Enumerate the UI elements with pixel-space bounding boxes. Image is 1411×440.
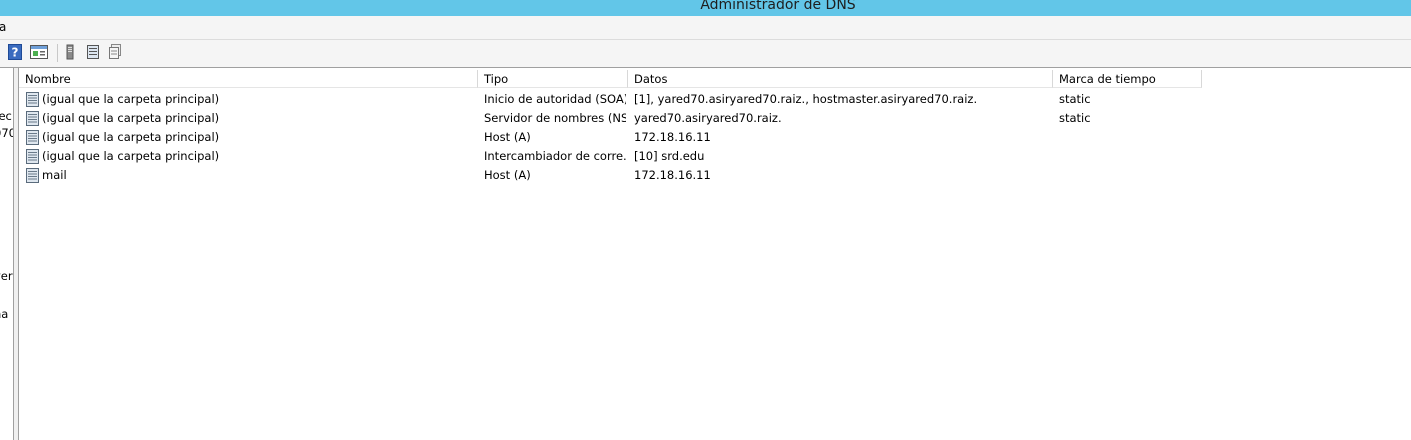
tree-node-fragment[interactable]: rec <box>0 109 12 123</box>
cell-datos: [10] srd.edu <box>634 149 705 163</box>
tree-node-fragment[interactable]: ver <box>0 269 13 283</box>
cell-nombre: (igual que la carpeta principal) <box>42 149 220 163</box>
cell-datos: yared70.asiryared70.raiz. <box>634 111 782 125</box>
tree-node-fragment[interactable]: 070 <box>0 126 13 140</box>
dns-record-icon <box>26 149 39 164</box>
cell-tipo: Host (A) <box>484 168 531 182</box>
record-row[interactable]: (igual que la carpeta principal) Servidor… <box>19 109 1411 128</box>
cell-marca-de-tiempo: static <box>1059 92 1091 106</box>
tree-node-fragment[interactable]: na <box>0 307 8 321</box>
toolbar: ? <box>0 40 1411 68</box>
records-list-pane: Nombre Tipo Datos Marca de tiempo (igual… <box>18 68 1411 440</box>
column-header-tipo[interactable]: Tipo <box>478 70 628 88</box>
dns-record-icon <box>26 92 39 107</box>
toolbar-separator <box>57 44 58 62</box>
column-header-datos[interactable]: Datos <box>628 70 1053 88</box>
cell-tipo: Intercambiador de corre... <box>484 149 626 163</box>
cell-marca-de-tiempo <box>1059 166 1199 185</box>
dns-record-icon <box>26 130 39 145</box>
console-tree-pane[interactable]: rec 070 ver na <box>0 68 14 440</box>
cell-marca-de-tiempo <box>1059 147 1199 166</box>
cell-tipo: Inicio de autoridad (SOA) <box>484 92 626 106</box>
record-row[interactable]: (igual que la carpeta principal) Inicio d… <box>19 90 1411 109</box>
title-bar: Administrador de DNS <box>0 0 1411 16</box>
window-title: Administrador de DNS <box>700 0 856 13</box>
properties-icon[interactable] <box>108 44 126 62</box>
cell-datos: [1], yared70.asiryared70.raiz., hostmast… <box>634 92 978 106</box>
cell-tipo: Servidor de nombres (NS) <box>484 111 626 125</box>
cell-marca-de-tiempo: static <box>1059 111 1091 125</box>
record-row[interactable]: mail Host (A) 172.18.16.11 <box>19 166 1411 185</box>
menu-bar: a <box>0 16 1411 40</box>
cell-nombre: (igual que la carpeta principal) <box>42 92 220 106</box>
column-header-marca-de-tiempo[interactable]: Marca de tiempo <box>1053 70 1202 88</box>
dns-record-icon <box>26 168 39 183</box>
svg-text:?: ? <box>12 46 19 60</box>
menu-item-ayuda[interactable]: a <box>0 20 6 34</box>
cell-nombre: (igual que la carpeta principal) <box>42 111 220 125</box>
cell-datos: 172.18.16.11 <box>634 168 711 182</box>
record-row[interactable]: (igual que la carpeta principal) Host (A)… <box>19 128 1411 147</box>
cell-datos: 172.18.16.11 <box>634 130 711 144</box>
server-icon[interactable] <box>64 44 82 62</box>
cell-marca-de-tiempo <box>1059 128 1199 147</box>
record-row[interactable]: (igual que la carpeta principal) Intercam… <box>19 147 1411 166</box>
cell-tipo: Host (A) <box>484 130 531 144</box>
help-icon[interactable]: ? <box>8 44 26 62</box>
cell-nombre: mail <box>42 168 67 182</box>
action-pane-icon[interactable] <box>30 44 48 62</box>
cell-nombre: (igual que la carpeta principal) <box>42 130 220 144</box>
record-list-icon[interactable] <box>86 44 104 62</box>
column-header-nombre[interactable]: Nombre <box>19 70 478 88</box>
dns-record-icon <box>26 111 39 126</box>
